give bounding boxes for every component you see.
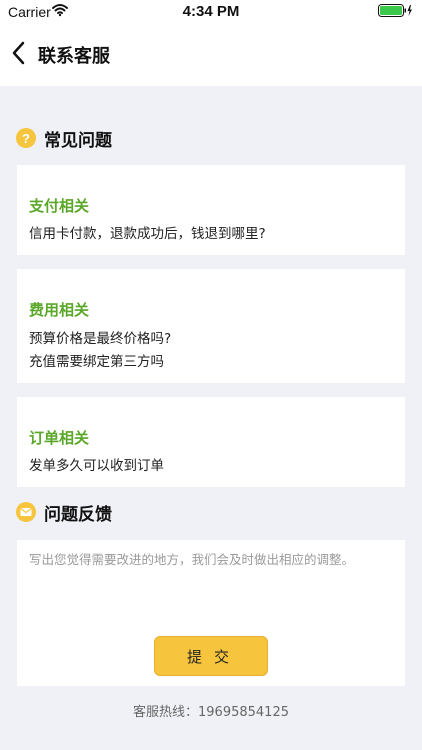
back-button[interactable] bbox=[8, 38, 32, 68]
battery-icon bbox=[378, 4, 414, 23]
envelope-icon bbox=[16, 502, 36, 522]
faq-question[interactable]: 预算价格是最终价格吗? bbox=[29, 327, 171, 347]
faq-card-payment: 支付相关 信用卡付款，退款成功后，钱退到哪里? bbox=[17, 165, 405, 255]
faq-title: 常见问题 bbox=[44, 130, 112, 151]
status-bar: Carrier 4:34 PM bbox=[0, 0, 422, 24]
faq-section-header: ? 常见问题 bbox=[16, 126, 112, 151]
customer-service-hotline: 客服热线：19695854125 bbox=[133, 705, 289, 720]
feedback-section-header: 问题反馈 bbox=[16, 500, 112, 525]
nav-bar: 联系客服 bbox=[0, 24, 422, 86]
feedback-title: 问题反馈 bbox=[44, 504, 112, 525]
submit-button[interactable]: 提交 bbox=[154, 636, 268, 676]
faq-question[interactable]: 信用卡付款，退款成功后，钱退到哪里? bbox=[29, 222, 266, 242]
page-title: 联系客服 bbox=[38, 46, 110, 67]
faq-question[interactable]: 充值需要绑定第三方吗 bbox=[29, 350, 164, 370]
chevron-left-icon bbox=[12, 41, 25, 65]
question-circle-icon: ? bbox=[16, 128, 36, 148]
faq-card-orders: 订单相关 发单多久可以收到订单 bbox=[17, 397, 405, 487]
faq-category-label: 订单相关 bbox=[29, 429, 90, 447]
feedback-textarea[interactable] bbox=[27, 548, 399, 632]
faq-question[interactable]: 发单多久可以收到订单 bbox=[29, 454, 164, 474]
status-time: 4:34 PM bbox=[182, 3, 240, 20]
question-icon-glyph: ? bbox=[22, 130, 30, 146]
faq-card-fees: 费用相关 预算价格是最终价格吗? 充值需要绑定第三方吗 bbox=[17, 269, 405, 383]
faq-category-label: 支付相关 bbox=[29, 197, 90, 215]
faq-category-label: 费用相关 bbox=[29, 301, 90, 319]
feedback-box: 提交 bbox=[17, 540, 405, 686]
